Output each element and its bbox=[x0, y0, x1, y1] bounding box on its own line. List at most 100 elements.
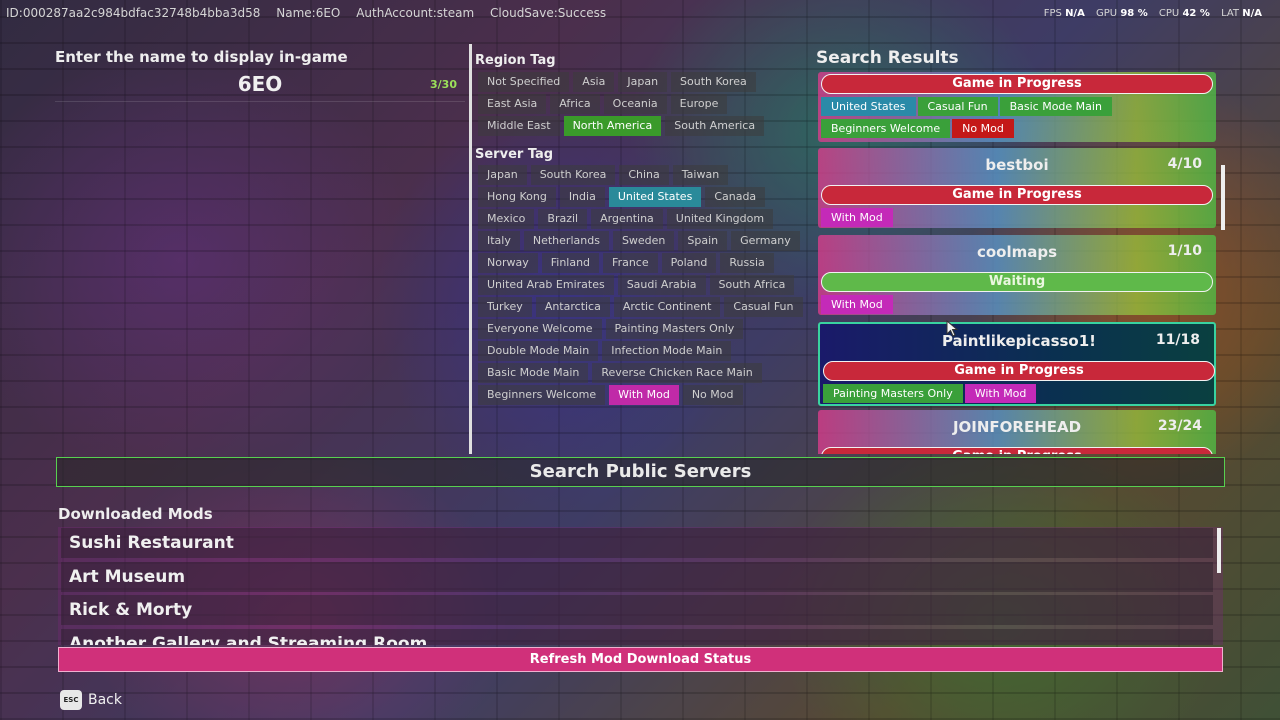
auth-account: AuthAccount:steam bbox=[356, 6, 475, 20]
server-tag-turkey[interactable]: Turkey bbox=[478, 297, 532, 317]
server-tag-canada[interactable]: Canada bbox=[705, 187, 766, 207]
server-tag-with-mod[interactable]: With Mod bbox=[609, 385, 679, 405]
region-tag-japan[interactable]: Japan bbox=[618, 72, 668, 92]
gpu-label: GPU bbox=[1096, 8, 1118, 19]
server-tag-brazil[interactable]: Brazil bbox=[538, 209, 588, 229]
search-public-servers-button[interactable]: Search Public Servers bbox=[56, 457, 1225, 487]
server-tag-hong-kong[interactable]: Hong Kong bbox=[478, 187, 556, 207]
server-tag-painting-masters-only[interactable]: Painting Masters Only bbox=[605, 319, 744, 339]
game-status-badge: Game in Progress bbox=[821, 74, 1213, 94]
server-tag-norway[interactable]: Norway bbox=[478, 253, 538, 273]
server-tag-netherlands[interactable]: Netherlands bbox=[523, 231, 609, 251]
server-tag-finland[interactable]: Finland bbox=[541, 253, 600, 273]
region-tag-south-america[interactable]: South America bbox=[665, 116, 765, 136]
server-tag-united-states[interactable]: United States bbox=[608, 187, 702, 207]
server-tag-row: Painting Masters Only With Mod bbox=[823, 384, 1037, 403]
server-tag-badge: With Mod bbox=[821, 295, 893, 314]
region-tag-europe[interactable]: Europe bbox=[670, 94, 728, 114]
server-tag-badge: No Mod bbox=[952, 119, 1014, 138]
region-tag-oceania[interactable]: Oceania bbox=[603, 94, 667, 114]
display-name-input[interactable]: 6EO 3/30 bbox=[55, 72, 465, 102]
server-tag-china[interactable]: China bbox=[619, 165, 669, 185]
server-tag-beginners-welcome[interactable]: Beginners Welcome bbox=[478, 385, 606, 405]
server-tag-title: Server Tag bbox=[475, 147, 554, 162]
downloaded-mods-title: Downloaded Mods bbox=[58, 505, 213, 523]
search-results-list: Game in Progress United States Casual Fun B… bbox=[816, 72, 1218, 454]
server-tag-double-mode-main[interactable]: Double Mode Main bbox=[478, 341, 599, 361]
player-count: 23/24 bbox=[1157, 418, 1202, 434]
server-tag-taiwan[interactable]: Taiwan bbox=[672, 165, 729, 185]
mod-list-item[interactable]: Rick & Morty bbox=[61, 595, 1213, 625]
server-card[interactable]: coolmaps 1/10 Waiting With Mod bbox=[818, 235, 1216, 315]
server-tag-badge: With Mod bbox=[821, 208, 893, 227]
server-tag-arctic-continent[interactable]: Arctic Continent bbox=[613, 297, 721, 317]
search-results-title: Search Results bbox=[816, 48, 959, 68]
region-tag-not-specified[interactable]: Not Specified bbox=[478, 72, 570, 92]
server-tag-spain[interactable]: Spain bbox=[678, 231, 728, 251]
server-tag-infection-mode-main[interactable]: Infection Mode Main bbox=[602, 341, 732, 361]
region-tag-east-asia[interactable]: East Asia bbox=[478, 94, 547, 114]
server-tag-row: United States Casual Fun Basic Mode Main bbox=[821, 97, 1112, 116]
fps-label: FPS bbox=[1043, 8, 1062, 19]
server-card[interactable]: bestboi 4/10 Game in Progress With Mod bbox=[818, 148, 1216, 228]
server-tag-basic-mode-main[interactable]: Basic Mode Main bbox=[478, 363, 589, 383]
mod-list-item[interactable]: Sushi Restaurant bbox=[61, 528, 1213, 558]
region-tag-africa[interactable]: Africa bbox=[550, 94, 600, 114]
server-name: JOINFOREHEAD bbox=[952, 418, 1082, 436]
server-tag-united-arab-emirates[interactable]: United Arab Emirates bbox=[478, 275, 614, 295]
back-label: Back bbox=[88, 692, 122, 708]
cpu-value: 42 % bbox=[1182, 8, 1210, 19]
esc-key-icon: ESC bbox=[60, 690, 82, 710]
server-tag-badge: Beginners Welcome bbox=[821, 119, 951, 138]
lat-label: LAT bbox=[1221, 8, 1240, 19]
server-tag-badge: Casual Fun bbox=[917, 97, 998, 116]
server-tag-italy[interactable]: Italy bbox=[478, 231, 520, 251]
lat-value: N/A bbox=[1242, 8, 1262, 19]
results-scrollbar[interactable] bbox=[1221, 165, 1225, 230]
region-tag-north-america[interactable]: North America bbox=[563, 116, 662, 136]
server-tag-russia[interactable]: Russia bbox=[720, 253, 774, 273]
server-tag-south-korea[interactable]: South Korea bbox=[530, 165, 616, 185]
region-tag-title: Region Tag bbox=[475, 53, 556, 68]
game-status-badge: Game in Progress bbox=[821, 447, 1213, 454]
server-tag-no-mod[interactable]: No Mod bbox=[682, 385, 743, 405]
server-tag-badge: United States bbox=[821, 97, 916, 116]
server-tag-germany[interactable]: Germany bbox=[731, 231, 800, 251]
server-tag-south-africa[interactable]: South Africa bbox=[709, 275, 795, 295]
server-tag-saudi-arabia[interactable]: Saudi Arabia bbox=[617, 275, 706, 295]
server-tag-everyone-welcome[interactable]: Everyone Welcome bbox=[478, 319, 602, 339]
server-tag-mexico[interactable]: Mexico bbox=[478, 209, 535, 229]
mouse-cursor-icon bbox=[946, 320, 959, 337]
server-card[interactable]: Paintlikepicasso1! 11/18 Game in Progress P… bbox=[818, 322, 1216, 406]
server-tag-united-kingdom[interactable]: United Kingdom bbox=[666, 209, 774, 229]
mod-list-item[interactable]: Art Museum bbox=[61, 561, 1213, 592]
server-tag-france[interactable]: France bbox=[603, 253, 658, 273]
region-tag-asia[interactable]: Asia bbox=[573, 72, 615, 92]
region-tag-south-korea[interactable]: South Korea bbox=[671, 72, 756, 92]
server-tag-list: Japan South Korea China Taiwan Hong Kong Indi… bbox=[478, 165, 808, 405]
server-tag-sweden[interactable]: Sweden bbox=[612, 231, 675, 251]
region-tag-middle-east[interactable]: Middle East bbox=[478, 116, 560, 136]
server-tag-reverse-chicken-race-main[interactable]: Reverse Chicken Race Main bbox=[592, 363, 762, 383]
server-card[interactable]: JOINFOREHEAD 23/24 Game in Progress bbox=[818, 410, 1216, 454]
server-tag-antarctica[interactable]: Antarctica bbox=[535, 297, 610, 317]
mod-list-item[interactable]: Another Gallery and Streaming Room bbox=[61, 628, 1213, 645]
downloaded-mods-list: Sushi Restaurant Art Museum Rick & Morty An… bbox=[58, 527, 1223, 645]
server-card[interactable]: Game in Progress United States Casual Fun B… bbox=[818, 72, 1216, 142]
player-count: 11/18 bbox=[1155, 332, 1200, 348]
fps-value: N/A bbox=[1065, 8, 1085, 19]
back-button[interactable]: ESC Back bbox=[60, 690, 122, 710]
game-status-badge: Game in Progress bbox=[823, 361, 1215, 381]
server-tag-japan[interactable]: Japan bbox=[478, 165, 527, 185]
region-tag-list: Not Specified Asia Japan South Korea East As… bbox=[478, 72, 808, 136]
cpu-label: CPU bbox=[1158, 8, 1180, 19]
game-status-badge: Game in Progress bbox=[821, 185, 1213, 205]
refresh-mod-status-button[interactable]: Refresh Mod Download Status bbox=[58, 647, 1223, 672]
server-tag-casual-fun[interactable]: Casual Fun bbox=[724, 297, 803, 317]
server-tag-row: Beginners Welcome No Mod bbox=[821, 119, 1014, 138]
mods-scrollbar[interactable] bbox=[1217, 528, 1221, 573]
server-tag-argentina[interactable]: Argentina bbox=[591, 209, 663, 229]
server-tag-india[interactable]: India bbox=[559, 187, 605, 207]
server-tag-poland[interactable]: Poland bbox=[661, 253, 717, 273]
server-tag-badge: With Mod bbox=[964, 384, 1037, 403]
